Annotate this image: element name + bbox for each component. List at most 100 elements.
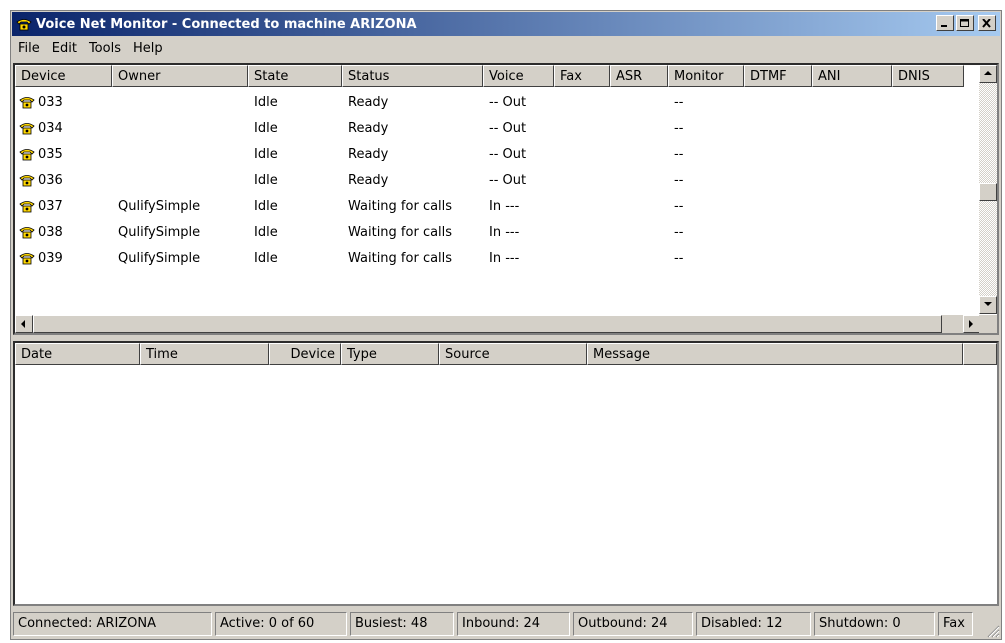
scroll-left-icon[interactable] [15, 315, 33, 333]
phone-icon [19, 199, 35, 213]
phone-icon [19, 121, 35, 135]
device-cell: 035 [15, 147, 112, 162]
phone-icon [19, 147, 35, 161]
column-header-status[interactable]: Status [342, 65, 483, 87]
title-bar[interactable]: Voice Net Monitor - Connected to machine… [12, 12, 1000, 36]
status-connection: Connected: ARIZONA [13, 612, 212, 636]
state-cell: Idle [254, 94, 278, 110]
menu-edit[interactable]: Edit [46, 41, 83, 56]
table-row[interactable]: 039 QulifySimple Idle Waiting for calls In -… [15, 245, 964, 271]
log-column-header-message[interactable]: Message [587, 343, 963, 365]
column-header-voice[interactable]: Voice [483, 65, 554, 87]
status-inbound: Inbound: 24 [457, 612, 570, 636]
menu-help[interactable]: Help [127, 41, 169, 56]
hscroll-thumb[interactable] [33, 315, 942, 333]
column-header-dtmf[interactable]: DTMF [744, 65, 812, 87]
device-id: 035 [38, 146, 63, 162]
table-row[interactable]: 036 Idle Ready -- Out -- [15, 167, 964, 193]
state-cell: Idle [254, 172, 278, 188]
log-column-header-date[interactable]: Date [15, 343, 140, 365]
monitor-cell: -- [674, 94, 684, 110]
phone-icon [19, 251, 35, 265]
scroll-up-icon[interactable] [979, 65, 997, 83]
table-row[interactable]: 034 Idle Ready -- Out -- [15, 115, 964, 141]
phone-icon [19, 225, 35, 239]
owner-cell: QulifySimple [118, 250, 201, 266]
status-cell: Ready [348, 94, 389, 110]
device-cell: 034 [15, 121, 112, 136]
device-id: 037 [38, 198, 63, 214]
device-id: 033 [38, 94, 63, 110]
state-cell: Idle [254, 120, 278, 136]
menu-file[interactable]: File [12, 41, 46, 56]
log-column-header-source[interactable]: Source [439, 343, 587, 365]
scroll-thumb[interactable] [979, 183, 997, 201]
status-fax: Fax [938, 612, 973, 636]
device-cell: 033 [15, 95, 112, 110]
column-header-fax[interactable]: Fax [554, 65, 610, 87]
column-header-state[interactable]: State [248, 65, 342, 87]
device-id: 039 [38, 250, 63, 266]
menu-bar: File Edit Tools Help [12, 37, 1000, 59]
device-cell: 039 [15, 251, 112, 266]
phone-icon [16, 16, 32, 32]
column-header-owner[interactable]: Owner [112, 65, 248, 87]
monitor-cell: -- [674, 172, 684, 188]
column-header-monitor[interactable]: Monitor [668, 65, 744, 87]
monitor-cell: -- [674, 250, 684, 266]
column-header-device[interactable]: Device [15, 65, 112, 87]
menu-tools[interactable]: Tools [83, 41, 127, 56]
monitor-cell: -- [674, 224, 684, 240]
column-header-asr[interactable]: ASR [610, 65, 668, 87]
phone-icon [19, 95, 35, 109]
state-cell: Idle [254, 146, 278, 162]
log-column-header-type[interactable]: Type [341, 343, 439, 365]
voice-cell: -- Out [489, 120, 527, 136]
device-cell: 038 [15, 225, 112, 240]
horizontal-scrollbar[interactable] [15, 315, 981, 333]
voice-cell: -- Out [489, 146, 527, 162]
voice-cell: -- Out [489, 172, 527, 188]
maximize-button[interactable] [956, 15, 974, 31]
scroll-down-icon[interactable] [979, 296, 997, 314]
log-column-header-device[interactable]: Device [269, 343, 341, 365]
status-cell: Ready [348, 146, 389, 162]
log-column-header-time[interactable]: Time [140, 343, 269, 365]
table-row[interactable]: 037 QulifySimple Idle Waiting for calls In -… [15, 193, 964, 219]
column-header-ani[interactable]: ANI [812, 65, 892, 87]
voice-cell: In --- [489, 224, 520, 240]
table-row[interactable]: 035 Idle Ready -- Out -- [15, 141, 964, 167]
device-id: 034 [38, 120, 63, 136]
scroll-corner [979, 315, 997, 333]
status-busiest: Busiest: 48 [350, 612, 454, 636]
window-title: Voice Net Monitor - Connected to machine… [36, 16, 417, 32]
status-cell: Ready [348, 172, 389, 188]
log-list[interactable]: Date Time Device Type Source Message [13, 341, 999, 606]
state-cell: Idle [254, 250, 278, 266]
device-cell: 036 [15, 173, 112, 188]
table-row[interactable]: 033 Idle Ready -- Out -- [15, 89, 964, 115]
devices-list[interactable]: Device Owner State Status Voice Fax ASR Monitor… [13, 63, 999, 335]
monitor-cell: -- [674, 146, 684, 162]
devices-rows: 033 Idle Ready -- Out -- 034 Idle Ready -- Out --… [15, 89, 964, 271]
column-header-dnis[interactable]: DNIS [892, 65, 964, 87]
log-header: Date Time Device Type Source Message [15, 343, 997, 365]
devices-header: Device Owner State Status Voice Fax ASR Monitor… [15, 65, 964, 87]
status-outbound: Outbound: 24 [573, 612, 693, 636]
minimize-button[interactable] [936, 15, 954, 31]
state-cell: Idle [254, 198, 278, 214]
app-window: Voice Net Monitor - Connected to machine… [10, 10, 1002, 640]
table-row[interactable]: 038 QulifySimple Idle Waiting for calls In -… [15, 219, 964, 245]
device-id: 038 [38, 224, 63, 240]
status-cell: Waiting for calls [348, 198, 453, 214]
monitor-cell: -- [674, 198, 684, 214]
phone-icon [19, 173, 35, 187]
device-cell: 037 [15, 199, 112, 214]
status-cell: Waiting for calls [348, 224, 453, 240]
log-header-filler [963, 343, 997, 365]
status-active: Active: 0 of 60 [215, 612, 347, 636]
vertical-scrollbar[interactable] [979, 65, 997, 314]
close-button[interactable] [978, 15, 996, 31]
owner-cell: QulifySimple [118, 224, 201, 240]
resize-grip-icon[interactable] [986, 624, 1000, 638]
